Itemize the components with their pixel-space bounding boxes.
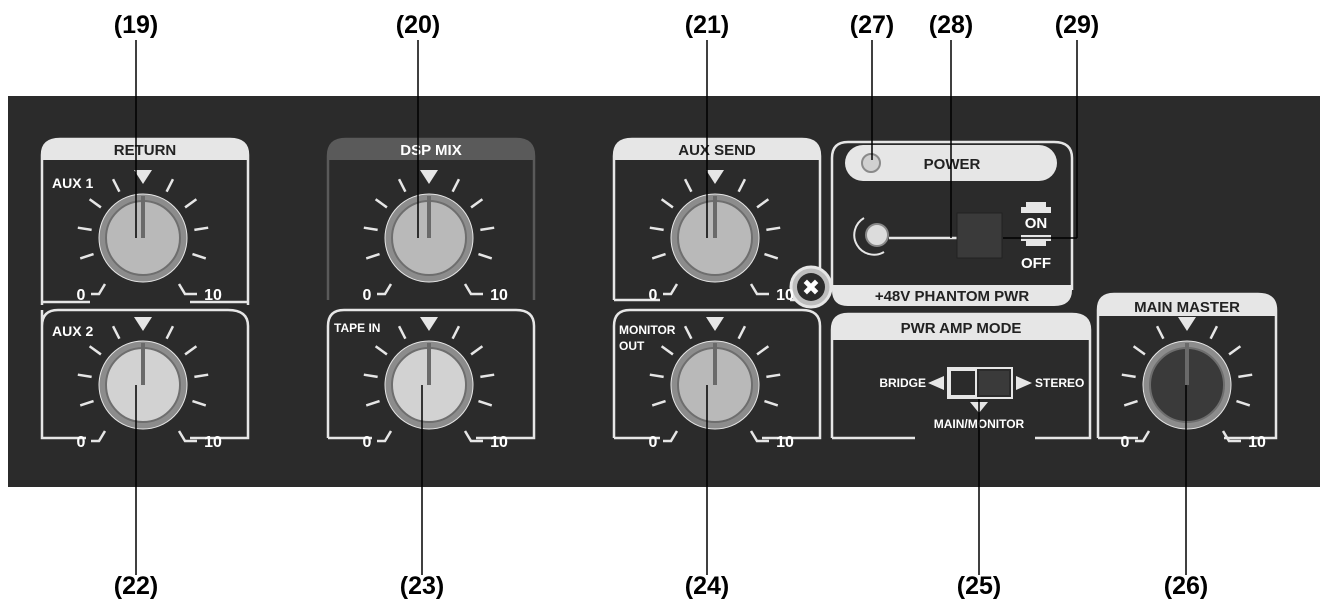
scale-max-label: 10 (776, 287, 794, 304)
callout-19: (19) (114, 11, 158, 39)
switch-on-label: ON (1025, 215, 1048, 232)
aux2-label: AUX 2 (52, 323, 93, 339)
scale-min-label: 0 (363, 287, 372, 304)
scale-min-label: 0 (649, 434, 658, 451)
return-title: RETURN (114, 142, 177, 159)
scale-max-label: 10 (776, 434, 794, 451)
scale-max-label: 10 (204, 434, 222, 451)
callout-25: (25) (957, 572, 1001, 600)
callout-23: (23) (400, 572, 444, 600)
amp-mode-left-label: BRIDGE (879, 376, 926, 390)
scale-max-label: 10 (204, 287, 222, 304)
mixer-panel-diagram: (19) (20) (21) (27) (28) (29) (22) (23) … (8, 11, 1320, 600)
amp-mode-switch-lever[interactable] (977, 369, 1011, 397)
callout-21: (21) (685, 11, 729, 39)
svg-text:✖: ✖ (802, 276, 820, 301)
callout-20: (20) (396, 11, 440, 39)
callout-24: (24) (685, 572, 729, 600)
monitor-out-label-1: MONITOR (619, 323, 676, 337)
power-led (861, 153, 881, 173)
main-master-title: MAIN MASTER (1134, 299, 1240, 316)
amp-mode-switch-slot (951, 371, 975, 395)
tape-in-label: TAPE IN (334, 321, 380, 335)
scale-max-label: 10 (1248, 434, 1266, 451)
scale-max-label: 10 (490, 434, 508, 451)
monitor-out-label-2: OUT (619, 339, 645, 353)
phantom-title: +48V PHANTOM PWR (875, 288, 1030, 305)
scale-min-label: 0 (77, 287, 86, 304)
pwr-amp-mode-title: PWR AMP MODE (901, 320, 1022, 337)
callout-22: (22) (114, 572, 158, 600)
scale-max-label: 10 (490, 287, 508, 304)
aux-send-title: AUX SEND (678, 142, 756, 159)
power-title: POWER (924, 156, 981, 173)
scale-min-label: 0 (77, 434, 86, 451)
dsp-mix-title: DSP MIX (400, 142, 461, 159)
amp-mode-right-label: STEREO (1035, 376, 1084, 390)
scale-min-label: 0 (1121, 434, 1130, 451)
scale-min-label: 0 (649, 287, 658, 304)
scale-min-label: 0 (363, 434, 372, 451)
callout-26: (26) (1164, 572, 1208, 600)
phantom-power-switch[interactable] (956, 212, 1003, 259)
callout-27: (27) (850, 11, 894, 39)
aux1-label: AUX 1 (52, 175, 93, 191)
switch-off-label: OFF (1021, 255, 1051, 272)
callout-29: (29) (1055, 11, 1099, 39)
screw-icon: ✖ (789, 265, 833, 309)
callout-28: (28) (929, 11, 973, 39)
